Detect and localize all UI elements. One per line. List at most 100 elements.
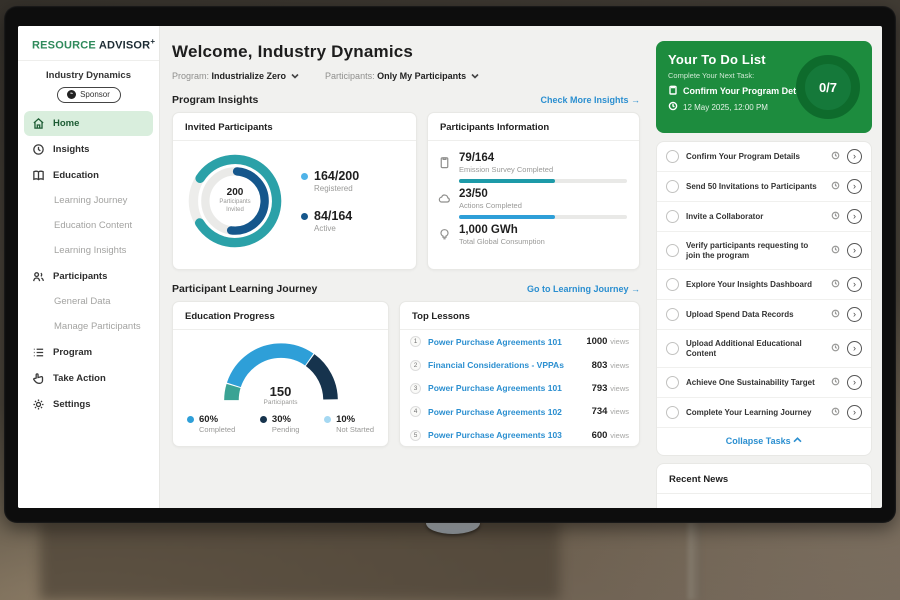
task-checkbox[interactable] (666, 376, 679, 389)
chevron-right-icon[interactable]: › (847, 375, 862, 390)
collapse-tasks-link[interactable]: Collapse Tasks (657, 428, 871, 455)
sidebar-item-participants[interactable]: Participants (24, 264, 153, 289)
home-icon (32, 117, 45, 130)
sidebar-item-label: Participants (53, 271, 107, 282)
program-select[interactable]: Industrialize Zero (212, 71, 300, 81)
task-row-explore-insights[interactable]: Explore Your Insights Dashboard › (657, 270, 871, 300)
page-title: Welcome, Industry Dynamics (172, 42, 640, 62)
task-row-complete-learning-journey[interactable]: Complete Your Learning Journey › (657, 398, 871, 428)
chevron-right-icon[interactable]: › (847, 307, 862, 322)
lesson-link[interactable]: Power Purchase Agreements 102 (428, 407, 585, 417)
chevron-down-icon (291, 72, 299, 80)
consumption-icon (438, 228, 451, 241)
chevron-right-icon[interactable]: › (847, 341, 862, 356)
clock-icon (831, 407, 840, 419)
task-checkbox[interactable] (666, 308, 679, 321)
education-gauge-chart: 150 Participants (217, 338, 345, 406)
clock-icon (831, 211, 840, 223)
donut-center-value: 200 (227, 187, 244, 198)
invited-donut-chart: 200 Participants Invited (183, 149, 287, 253)
sidebar-item-insights[interactable]: Insights (24, 137, 153, 162)
education-legend: 60% Completed 30% Pending 10% Not Starte… (173, 406, 388, 434)
task-checkbox[interactable] (666, 150, 679, 163)
sidebar-item-learning-insights[interactable]: Learning Insights (24, 239, 153, 263)
chevron-right-icon[interactable]: › (847, 149, 862, 164)
task-row-achieve-target[interactable]: Achieve One Sustainability Target › (657, 368, 871, 398)
task-checkbox[interactable] (666, 210, 679, 223)
logo-resource: RESOURCE (32, 40, 96, 52)
chevron-right-icon[interactable]: › (847, 209, 862, 224)
lesson-row[interactable]: 5 Power Purchase Agreements 103 600 view… (400, 424, 639, 447)
emission-survey-row: 79/164 Emission Survey Completed (438, 152, 627, 183)
sidebar-item-education-content[interactable]: Education Content (24, 214, 153, 238)
recent-news-card: Recent News (656, 463, 872, 508)
sidebar-item-label: Settings (53, 399, 90, 410)
sidebar-item-home[interactable]: Home (24, 111, 153, 136)
chevron-right-icon[interactable]: › (847, 243, 862, 258)
clock-icon (831, 279, 840, 291)
filter-bar: Program: Industrialize Zero Participants… (172, 71, 640, 81)
sidebar-nav: Home Insights Education Learning Journey… (18, 111, 159, 417)
legend-active: 84/164 Active (301, 209, 359, 233)
chevron-right-icon[interactable]: › (847, 405, 862, 420)
lesson-row[interactable]: 1 Power Purchase Agreements 101 1000 vie… (400, 330, 639, 353)
sponsor-label: Sponsor (80, 90, 110, 99)
arrow-right-icon: → (631, 95, 640, 105)
lesson-link[interactable]: Power Purchase Agreements 101 (428, 337, 579, 347)
lesson-link[interactable]: Financial Considerations - VPPAs (428, 360, 585, 370)
task-row-send-invitations[interactable]: Send 50 Invitations to Participants › (657, 172, 871, 202)
wall-shadow (40, 520, 560, 600)
lesson-link[interactable]: Power Purchase Agreements 103 (428, 430, 585, 440)
clock-icon (831, 309, 840, 321)
app-logo: RESOURCE ADVISOR+ (18, 26, 159, 61)
clock-icon (831, 377, 840, 389)
learning-cards-row: Education Progress 150 Participants (172, 301, 640, 447)
task-checkbox[interactable] (666, 406, 679, 419)
clock-icon (831, 343, 840, 355)
sidebar-item-education[interactable]: Education (24, 163, 153, 188)
sidebar-item-settings[interactable]: Settings (24, 392, 153, 417)
todo-panel: Your To Do List Complete Your Next Task:… (650, 26, 882, 508)
program-icon (32, 346, 45, 359)
participants-icon (32, 270, 45, 283)
participants-filter-label: Participants: (325, 71, 375, 81)
task-checkbox[interactable] (666, 278, 679, 291)
task-checkbox[interactable] (666, 342, 679, 355)
chevron-right-icon[interactable]: › (847, 277, 862, 292)
task-row-upload-educational-content[interactable]: Upload Additional Educational Content › (657, 330, 871, 368)
completed-dot-icon (187, 416, 194, 423)
recent-news-title: Recent News (657, 464, 871, 494)
go-to-learning-journey-link[interactable]: Go to Learning Journey → (527, 284, 640, 294)
legend-registered: 164/200 Registered (301, 169, 359, 193)
sidebar-item-manage-participants[interactable]: Manage Participants (24, 315, 153, 339)
sidebar-item-label: Home (53, 118, 79, 129)
org-name: Industry Dynamics (18, 70, 159, 81)
task-row-verify-participants[interactable]: Verify participants requesting to join t… (657, 232, 871, 270)
lesson-row[interactable]: 3 Power Purchase Agreements 101 793 view… (400, 377, 639, 400)
lesson-row[interactable]: 2 Financial Considerations - VPPAs 803 v… (400, 353, 639, 376)
sidebar-item-take-action[interactable]: Take Action (24, 366, 153, 391)
card-title: Participants Information (428, 113, 639, 141)
task-row-upload-spend-data[interactable]: Upload Spend Data Records › (657, 300, 871, 330)
lesson-link[interactable]: Power Purchase Agreements 101 (428, 383, 585, 393)
top-lessons-card: Top Lessons 1 Power Purchase Agreements … (399, 301, 640, 447)
card-title: Education Progress (173, 302, 388, 330)
task-checkbox[interactable] (666, 244, 679, 257)
sidebar-item-label: Education Content (54, 220, 132, 231)
todo-summary-card: Your To Do List Complete Your Next Task:… (656, 41, 872, 133)
task-row-invite-collaborator[interactable]: Invite a Collaborator › (657, 202, 871, 232)
legend-pending: 30% Pending (260, 414, 300, 434)
gauge-center-value: 150 (217, 384, 345, 399)
survey-icon (438, 156, 451, 169)
task-row-confirm-program[interactable]: Confirm Your Program Details › (657, 142, 871, 172)
check-more-insights-link[interactable]: Check More Insights → (540, 95, 640, 105)
sidebar-item-program[interactable]: Program (24, 340, 153, 365)
chevron-right-icon[interactable]: › (847, 179, 862, 194)
sidebar-item-learning-journey[interactable]: Learning Journey (24, 189, 153, 213)
card-title: Top Lessons (400, 302, 639, 330)
sidebar-item-label: Insights (53, 144, 89, 155)
participants-select[interactable]: Only My Participants (377, 71, 479, 81)
lesson-row[interactable]: 4 Power Purchase Agreements 102 734 view… (400, 400, 639, 423)
task-checkbox[interactable] (666, 180, 679, 193)
sidebar-item-general-data[interactable]: General Data (24, 290, 153, 314)
